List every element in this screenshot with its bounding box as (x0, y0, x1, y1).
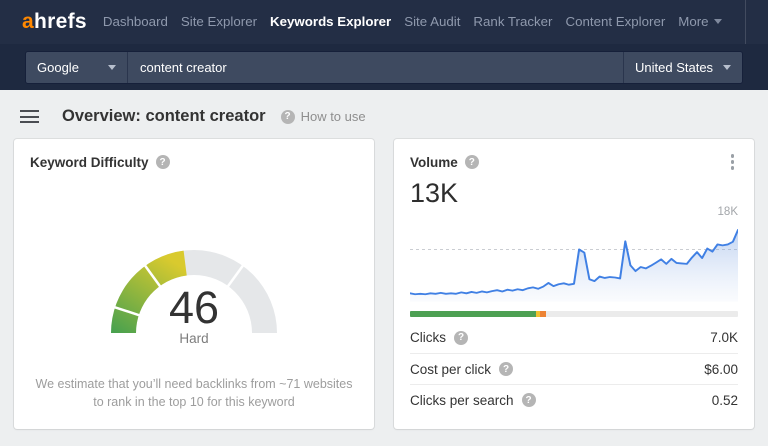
clicks-distribution-bar (410, 311, 738, 317)
kd-note-line2: to rank in the top 10 for this keyword (30, 393, 358, 411)
chevron-down-icon (108, 65, 116, 70)
volume-card: Volume 13K 18K Clicks7.0KCost per click$… (394, 139, 754, 429)
help-icon[interactable] (454, 331, 468, 345)
nav-item-rank-tracker[interactable]: Rank Tracker (473, 14, 552, 29)
metric-cards: Keyword Difficulty 46 Hard W (14, 139, 754, 429)
stat-row-clicks-per-search: Clicks per search 0.52 (410, 384, 738, 415)
stat-label: Clicks per search (410, 393, 514, 408)
stat-label: Clicks (410, 330, 446, 345)
chart-area-fill (410, 230, 738, 301)
stat-row-cost-per-click: Cost per click $6.00 (410, 353, 738, 384)
kd-value-label: Hard (179, 331, 208, 345)
nav-item-content-explorer[interactable]: Content Explorer (566, 14, 666, 29)
help-icon[interactable] (156, 155, 170, 169)
stat-value: 7.0K (710, 330, 738, 345)
volume-card-title: Volume (410, 155, 458, 170)
help-icon[interactable] (522, 393, 536, 407)
nav-item-site-explorer[interactable]: Site Explorer (181, 14, 257, 29)
nav-item-keywords-explorer[interactable]: Keywords Explorer (270, 14, 391, 29)
help-icon[interactable] (465, 155, 479, 169)
search-engine-select[interactable]: Google (26, 52, 128, 83)
page-content: Overview: content creator How to use Key… (0, 90, 768, 429)
kebab-menu-icon[interactable] (727, 152, 739, 172)
how-to-use-link[interactable]: How to use (281, 109, 366, 124)
volume-stats: Clicks 7.0K Cost per click $6.00 Clicks per … (410, 322, 738, 415)
chevron-down-icon (723, 65, 731, 70)
nav-item-more[interactable]: More (678, 14, 721, 29)
search-engine-value: Google (37, 60, 79, 75)
menu-hamburger-icon[interactable] (20, 110, 39, 123)
search-strip: Google United States (25, 51, 743, 84)
country-value: United States (635, 60, 713, 75)
kd-gauge: 46 Hard (30, 193, 358, 345)
keyword-search-input[interactable] (128, 52, 623, 83)
kd-note-line1: We estimate that you’ll need backlinks f… (30, 375, 358, 393)
help-icon[interactable] (499, 362, 513, 376)
page-header: Overview: content creator How to use (14, 90, 754, 139)
nav-items: Dashboard Site Explorer Keywords Explorer S… (103, 13, 735, 31)
stat-row-clicks: Clicks 7.0K (410, 322, 738, 353)
how-to-use-label: How to use (301, 109, 366, 124)
chevron-down-icon (714, 19, 722, 24)
top-navigation: ahrefs Dashboard Site Explorer Keywords Ex… (0, 0, 768, 44)
nav-item-site-audit[interactable]: Site Audit (404, 14, 460, 29)
logo-letter-a: a (22, 10, 34, 33)
nav-divider (745, 0, 746, 44)
search-bar: Google United States (0, 44, 768, 90)
clicks-bar-segment-other (540, 311, 546, 317)
country-select[interactable]: United States (623, 52, 742, 83)
kd-note: We estimate that you’ll need backlinks f… (30, 375, 358, 415)
keyword-difficulty-card: Keyword Difficulty 46 Hard W (14, 139, 374, 429)
volume-card-header: Volume (410, 153, 738, 171)
kd-gauge-svg: 46 Hard (44, 193, 344, 345)
volume-trend-chart (410, 220, 738, 301)
clicks-bar-segment-organic (410, 311, 536, 317)
page-title: Overview: content creator (62, 107, 266, 126)
stat-value: $6.00 (704, 362, 738, 377)
nav-item-dashboard[interactable]: Dashboard (103, 14, 168, 29)
stat-label: Cost per click (410, 362, 491, 377)
chart-ymax-label: 18K (410, 205, 738, 219)
stat-value: 0.52 (712, 393, 738, 408)
kd-card-title: Keyword Difficulty (30, 155, 149, 170)
question-mark-icon (281, 110, 295, 124)
kd-card-header: Keyword Difficulty (30, 153, 358, 171)
kd-value: 46 (169, 282, 219, 333)
ahrefs-logo[interactable]: ahrefs (22, 10, 87, 34)
logo-rest: hrefs (34, 10, 87, 33)
